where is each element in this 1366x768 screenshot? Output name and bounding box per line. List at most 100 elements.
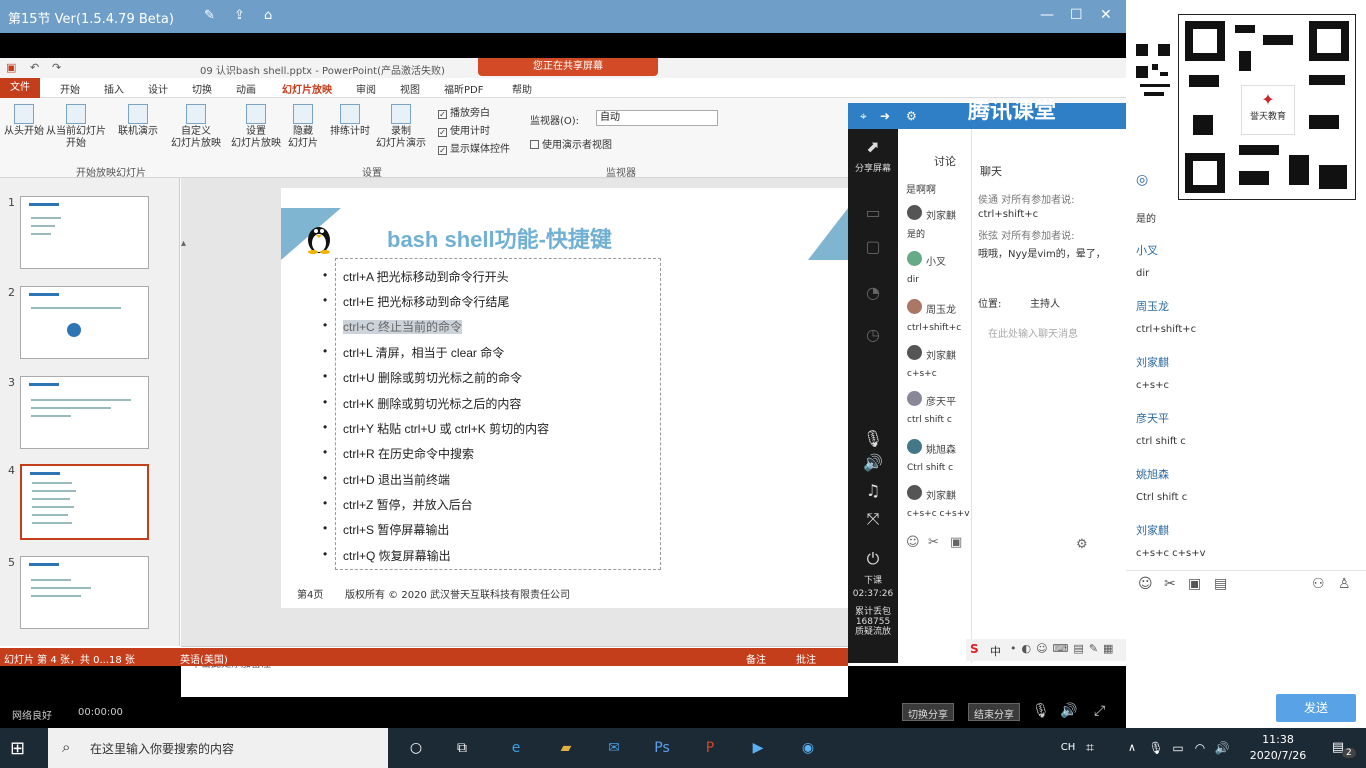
tab-animations[interactable]: 动画 bbox=[236, 81, 256, 96]
play-narrations-checkbox[interactable]: ✓ 播放旁白 bbox=[438, 104, 490, 119]
from-beginning-button[interactable]: 从头开始 bbox=[2, 104, 46, 138]
tab-review[interactable]: 审阅 bbox=[356, 81, 376, 96]
discussion-header[interactable]: 讨论 bbox=[934, 153, 956, 169]
slide-canvas[interactable]: bash shell功能-快捷键 ctrl+A 把光标移动到命令行开头 ctrl… bbox=[281, 188, 848, 608]
expand-icon[interactable]: ⤧ bbox=[848, 509, 898, 529]
setup-slideshow-button[interactable]: 设置 幻灯片放映 bbox=[228, 104, 284, 150]
slide-title[interactable]: bash shell功能-快捷键 bbox=[387, 222, 612, 254]
ime-indicator[interactable]: CH bbox=[1056, 736, 1080, 760]
record-slideshow-button[interactable]: 录制 幻灯片演示 bbox=[370, 104, 432, 150]
image-icon[interactable]: ▣ bbox=[950, 535, 962, 550]
sogou-icon[interactable]: S bbox=[970, 642, 979, 656]
whiteboard-icon[interactable]: ▢ bbox=[848, 237, 898, 256]
presenter-view-checkbox[interactable]: 使用演示者视图 bbox=[530, 136, 612, 151]
slide-thumbnail-3[interactable] bbox=[20, 376, 149, 449]
ime-tools-icon[interactable]: •◐☺⌨▤✎▦ bbox=[1010, 642, 1118, 655]
photoshop-icon[interactable]: Ps bbox=[650, 736, 674, 760]
video-icon[interactable]: ◷ bbox=[848, 325, 898, 344]
tab-file[interactable]: 文件 bbox=[0, 78, 40, 98]
end-class-icon[interactable]: ⏻ bbox=[848, 549, 898, 569]
hide-slide-button[interactable]: 隐藏 幻灯片 bbox=[284, 104, 322, 150]
pin-icon[interactable]: ⌖ bbox=[860, 109, 867, 124]
battery-icon[interactable]: ▭ bbox=[1166, 736, 1190, 760]
slide-thumbnail-4[interactable] bbox=[20, 464, 149, 540]
use-timings-checkbox[interactable]: ✓ 使用计时 bbox=[438, 122, 490, 137]
home-icon[interactable]: ⌂ bbox=[264, 8, 272, 23]
volume-tray-icon[interactable]: 🔊 bbox=[1210, 736, 1234, 760]
online-present-button[interactable]: 联机演示 bbox=[114, 104, 162, 138]
file-explorer-icon[interactable]: ▰ bbox=[554, 736, 578, 760]
wifi-icon[interactable]: ◠ bbox=[1188, 736, 1212, 760]
mute-mic-icon[interactable]: 🎙 bbox=[1032, 703, 1050, 719]
keyboard-icon[interactable]: ⌗ bbox=[1078, 736, 1102, 760]
scroll-up-icon[interactable]: ▴ bbox=[181, 238, 186, 249]
end-share-button[interactable]: 结束分享 bbox=[968, 703, 1020, 721]
tab-foxit-pdf[interactable]: 福昕PDF bbox=[444, 81, 483, 96]
user-icon[interactable]: ♙ bbox=[1338, 576, 1351, 592]
share-screen-icon[interactable]: ⬈ bbox=[848, 137, 898, 156]
show-media-controls-checkbox[interactable]: ✓ 显示媒体控件 bbox=[438, 140, 510, 155]
mail-icon[interactable]: ✉ bbox=[602, 736, 626, 760]
tab-design[interactable]: 设计 bbox=[148, 81, 168, 96]
notes-toggle[interactable]: 备注 bbox=[746, 651, 766, 666]
scissors-icon[interactable]: ✂ bbox=[928, 535, 939, 550]
minimize-icon[interactable]: — bbox=[1040, 7, 1054, 23]
powerpoint-icon[interactable]: P bbox=[698, 736, 722, 760]
tab-home[interactable]: 开始 bbox=[60, 81, 80, 96]
share-icon[interactable]: ⇪ bbox=[234, 8, 245, 23]
profile-icon[interactable]: ◎ bbox=[1136, 172, 1148, 188]
custom-slideshow-button[interactable]: 自定义 幻灯片放映 bbox=[168, 104, 224, 150]
mic-icon[interactable]: 🎙 bbox=[848, 429, 898, 448]
text-box-selection[interactable] bbox=[335, 258, 661, 570]
rehearse-timings-button[interactable]: 排练计时 bbox=[326, 104, 374, 138]
close-icon[interactable]: ✕ bbox=[1100, 7, 1112, 23]
fullscreen-icon[interactable]: ⤢ bbox=[1094, 703, 1105, 719]
arrow-icon[interactable]: ➜ bbox=[880, 109, 890, 123]
slide-thumbnail-1[interactable] bbox=[20, 196, 149, 269]
tab-transitions[interactable]: 切换 bbox=[192, 81, 212, 96]
send-button[interactable]: 发送 bbox=[1276, 694, 1356, 722]
gear-icon[interactable]: ⚙ bbox=[1076, 537, 1088, 552]
redo-icon[interactable]: ↷ bbox=[52, 61, 61, 74]
add-member-icon[interactable]: ⚇ bbox=[1312, 576, 1325, 592]
edge-icon[interactable]: e bbox=[504, 736, 528, 760]
image-icon[interactable]: ▣ bbox=[1188, 576, 1201, 592]
slide-thumbnail-2[interactable] bbox=[20, 286, 149, 359]
tab-view[interactable]: 视图 bbox=[400, 81, 420, 96]
music-icon[interactable]: ♫ bbox=[848, 481, 898, 500]
tencent-meeting-icon[interactable]: ◉ bbox=[796, 736, 820, 760]
taskbar-search[interactable]: ⌕ 在这里输入你要搜索的内容 bbox=[48, 728, 388, 768]
camera-icon[interactable]: ▭ bbox=[848, 203, 898, 222]
settings-icon[interactable]: ⚙ bbox=[906, 109, 917, 123]
ppt-icon[interactable]: ◔ bbox=[848, 283, 898, 302]
emoji-icon[interactable]: ☺ bbox=[906, 535, 920, 550]
task-view-icon[interactable]: ⧉ bbox=[450, 736, 474, 760]
tencent-classroom-icon[interactable]: ▶ bbox=[746, 736, 770, 760]
windows-start-icon[interactable]: ⊞ bbox=[10, 738, 25, 759]
comments-toggle[interactable]: 批注 bbox=[796, 651, 816, 666]
volume-icon[interactable]: 🔊 bbox=[1060, 703, 1077, 719]
undo-icon[interactable]: ↶ bbox=[30, 61, 39, 74]
tab-insert[interactable]: 插入 bbox=[104, 81, 124, 96]
tab-slideshow[interactable]: 幻灯片放映 bbox=[282, 81, 332, 96]
switch-share-button[interactable]: 切换分享 bbox=[902, 703, 954, 721]
save-icon[interactable]: ▣ bbox=[6, 61, 16, 74]
slide-thumbnail-5[interactable] bbox=[20, 556, 149, 629]
tray-expand-icon[interactable]: ∧ bbox=[1120, 736, 1144, 760]
ime-mode-icon[interactable]: 中 bbox=[990, 643, 1001, 659]
from-current-button[interactable]: 从当前幻灯片 开始 bbox=[44, 104, 108, 150]
mic-tray-icon[interactable]: 🎙 bbox=[1144, 736, 1168, 760]
position-value[interactable]: 主持人 bbox=[1030, 295, 1060, 310]
message-input[interactable] bbox=[1134, 600, 1358, 688]
edit-icon[interactable]: ✎ bbox=[204, 8, 215, 23]
emoji-icon[interactable]: ☺ bbox=[1138, 576, 1153, 592]
folder-icon[interactable]: ▤ bbox=[1214, 576, 1227, 592]
system-clock[interactable]: 11:38 2020/7/26 bbox=[1238, 732, 1318, 764]
chat-input[interactable]: 在此处输入聊天消息 bbox=[988, 325, 1078, 340]
speaker-icon[interactable]: 🔊 bbox=[848, 453, 898, 472]
tab-help[interactable]: 帮助 bbox=[512, 81, 532, 96]
monitor-select[interactable]: 自动 bbox=[596, 110, 718, 126]
maximize-icon[interactable]: ☐ bbox=[1070, 7, 1083, 23]
scissors-icon[interactable]: ✂ bbox=[1164, 576, 1176, 592]
cortana-icon[interactable]: ○ bbox=[404, 736, 428, 760]
